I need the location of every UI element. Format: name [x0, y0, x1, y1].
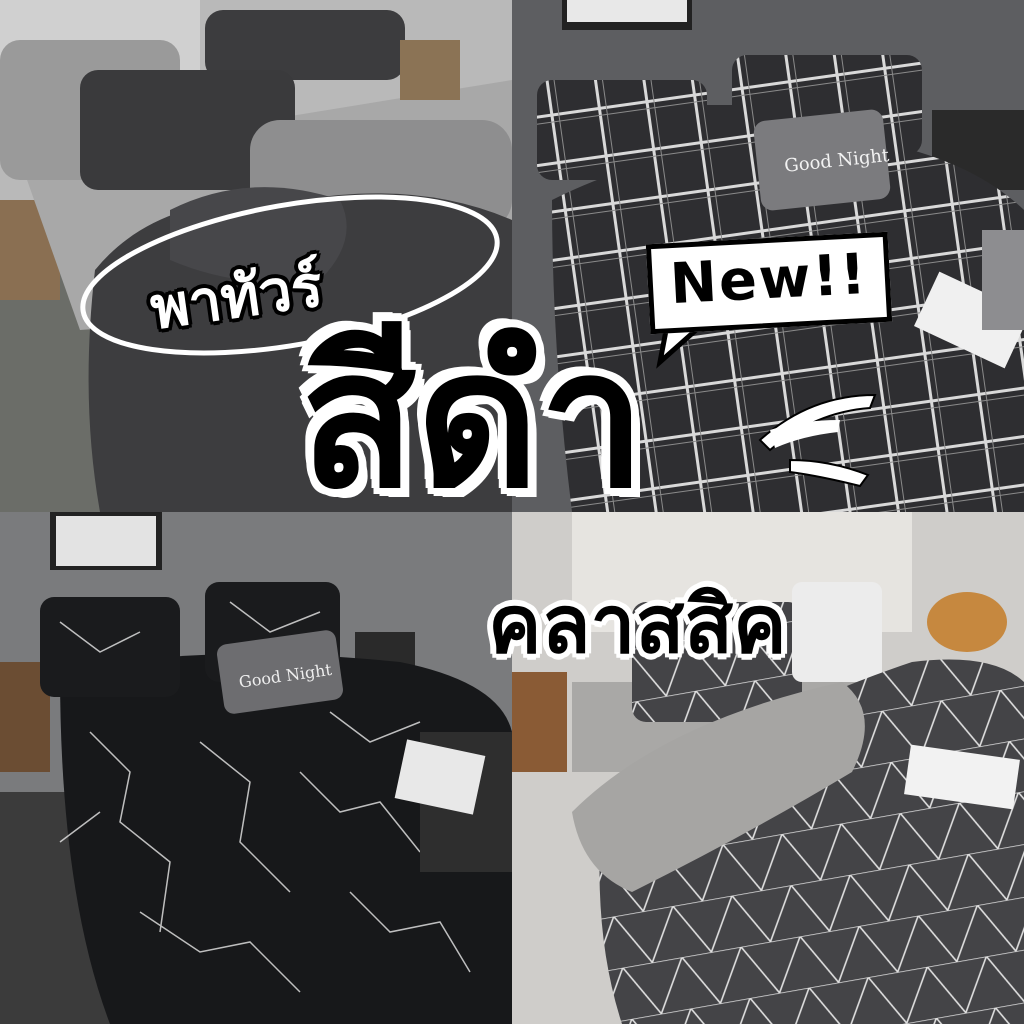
new-badge-text: New!!	[668, 241, 870, 318]
marble-bedding-illustration: Good Night	[0, 512, 512, 1024]
main-title: สีดำ	[300, 309, 647, 530]
new-badge: New!!	[645, 231, 893, 335]
photo-marble-bedding: Good Night	[0, 512, 512, 1024]
subtitle: คลาสสิค	[488, 578, 787, 671]
